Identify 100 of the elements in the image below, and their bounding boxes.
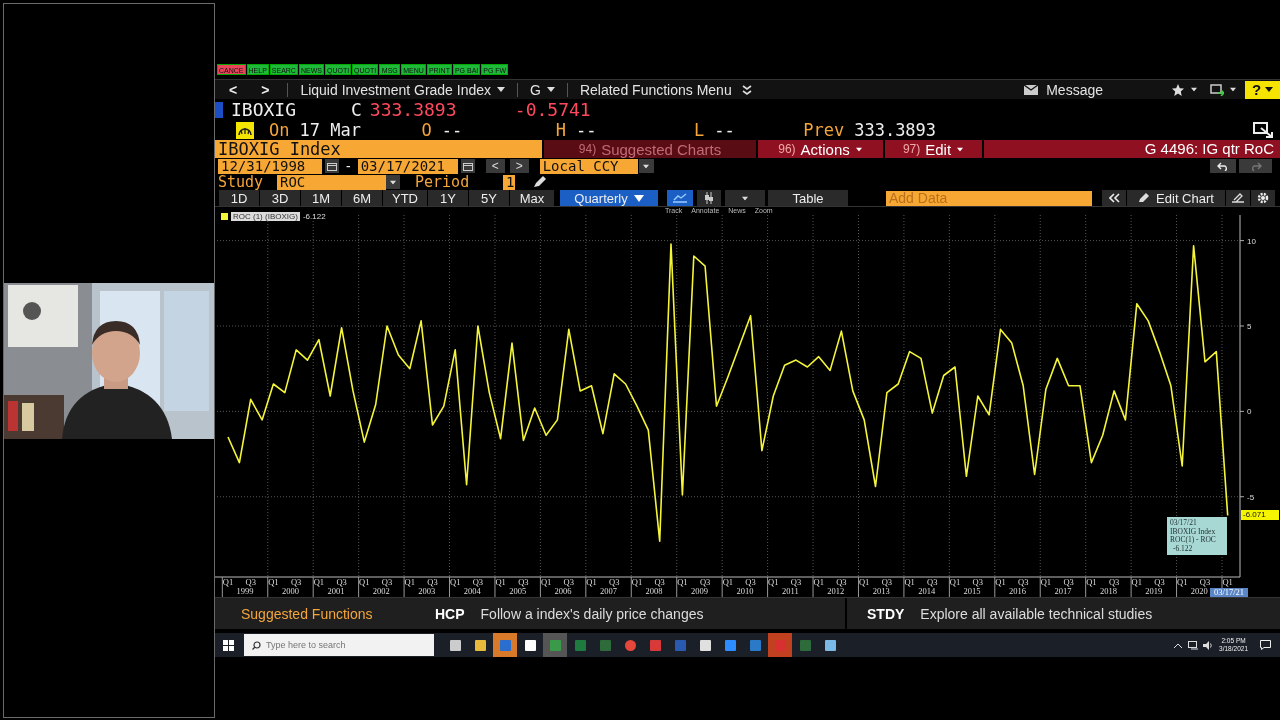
axis-label: 2019 [1145,586,1163,596]
expand-icon[interactable] [1253,121,1275,139]
axis-label: 2020 [1190,586,1208,596]
caret-icon[interactable] [1229,87,1237,92]
volume-icon[interactable] [1203,640,1214,650]
chart-name: G 4496: IG qtr RoC [984,140,1280,158]
search-field[interactable]: Type here to search [244,634,434,656]
range-button[interactable]: 3D [260,190,300,206]
range-button[interactable]: 5Y [469,190,509,206]
undo-button[interactable] [1210,159,1236,173]
forward-button[interactable]: > [255,81,276,98]
axis-label: Q1 [995,577,1006,587]
axis-label: Q3 [1199,577,1211,587]
add-data-field[interactable]: Add Data [886,190,1092,206]
open-value: -- [441,120,464,140]
function-link[interactable]: HCP Follow a index's daily price changes [435,598,845,629]
study-field[interactable]: ROC [277,174,386,190]
caret-icon[interactable] [1265,87,1274,92]
candlestick-button[interactable] [697,190,721,206]
frequency-dropdown[interactable]: Quarterly [560,190,658,206]
axis-label: Q3 [699,577,711,587]
calendar-button[interactable] [325,159,339,173]
caret-icon[interactable] [497,87,506,92]
function-link[interactable]: STDY Explore all available technical studies [845,598,1153,629]
calendar-icon [327,161,337,171]
caret-icon[interactable] [642,164,650,168]
edit-icon [1232,193,1244,203]
range-button[interactable]: 6M [342,190,382,206]
axis-label: Q1 [222,577,234,587]
axis-label: Q3 [745,577,756,587]
range-button[interactable]: 1M [301,190,341,206]
previous-button[interactable]: < [485,159,505,173]
quote-date: 17 Mar [299,120,362,140]
date-field[interactable]: 03/17/2021 [357,158,458,174]
back-button[interactable]: < [223,81,244,98]
caret-icon[interactable] [855,147,862,151]
help-button[interactable]: ? [1245,80,1280,99]
next-button[interactable]: > [509,159,529,173]
axis-label: 2001 [327,586,345,596]
collapse-button[interactable] [1102,190,1126,206]
axis-label: 2006 [554,586,572,596]
currency-dropdown[interactable]: Local CCY [539,158,638,174]
caret-icon[interactable] [389,180,397,184]
date-field[interactable]: 12/31/1998 [218,158,322,174]
axis-label: Q3 [518,577,529,587]
axis-label: Q3 [1154,577,1165,587]
axis-label: Q3 [609,577,620,587]
windows-icon[interactable] [223,639,234,651]
menu-button[interactable]: 96) Actions [758,140,883,158]
legend-value: -6.122 [302,212,326,221]
table-button[interactable]: Table [768,190,848,206]
range-button[interactable]: Max [510,190,554,206]
envelope-icon [1024,84,1039,95]
axis-label: 10 [1247,236,1256,246]
dropdown-button[interactable] [386,175,400,189]
calendar-button[interactable] [460,159,475,173]
axis-label: Q1 [677,577,688,587]
message-button[interactable]: Message [1024,81,1103,98]
monitor-icon[interactable] [1210,83,1224,96]
star-icon[interactable] [1172,83,1184,96]
security-menu[interactable]: Liquid Investment Grade Index [300,81,506,98]
caret-icon[interactable] [956,147,964,151]
axis-label: 2010 [736,586,754,596]
open-label: O [421,120,432,140]
axis-label: Q3 [1018,577,1029,587]
range-button[interactable]: 1Y [428,190,468,206]
gauge-icon [236,121,254,139]
caret-icon[interactable] [546,87,555,92]
settings-button[interactable] [1251,190,1275,206]
caret-icon[interactable] [1190,87,1198,92]
period-field[interactable]: 1 [503,174,515,190]
range-button[interactable]: 1D [219,190,259,206]
axis-label: Q1 [1040,577,1052,587]
pencil-icon[interactable] [533,176,547,188]
edit-chart-button[interactable]: Edit Chart [1127,190,1225,206]
low-label: L [694,120,705,140]
axis-label: Q1 [404,577,415,587]
axis-label: Q1 [540,577,552,587]
axis-label: 2005 [509,586,527,596]
axis-label: Q3 [290,577,302,587]
caret-icon[interactable] [741,196,749,200]
axis-label: Q3 [472,577,484,587]
dropdown-button[interactable] [638,159,654,173]
axis-label: Q3 [836,577,847,587]
period-label: Period [415,173,471,191]
axis-label: 2003 [418,586,436,596]
menu-button[interactable]: 97) Edit [885,140,982,158]
chevron-up-icon[interactable] [1174,642,1183,648]
range-button[interactable]: YTD [383,190,427,206]
axis-label: Q1 [631,577,643,587]
axis-label: Q1 [495,577,506,587]
ticker: IBOXIG [231,99,298,120]
axis-label: Q1 [722,577,734,587]
network-icon[interactable] [1188,640,1200,650]
axis-label: 2009 [690,586,708,596]
chart-settings-button[interactable] [1226,190,1250,206]
notification-icon[interactable] [1260,640,1271,650]
search-icon [252,641,261,650]
related-functions-menu[interactable]: Related Functions Menu [579,81,752,98]
g-menu[interactable]: G [530,81,555,98]
